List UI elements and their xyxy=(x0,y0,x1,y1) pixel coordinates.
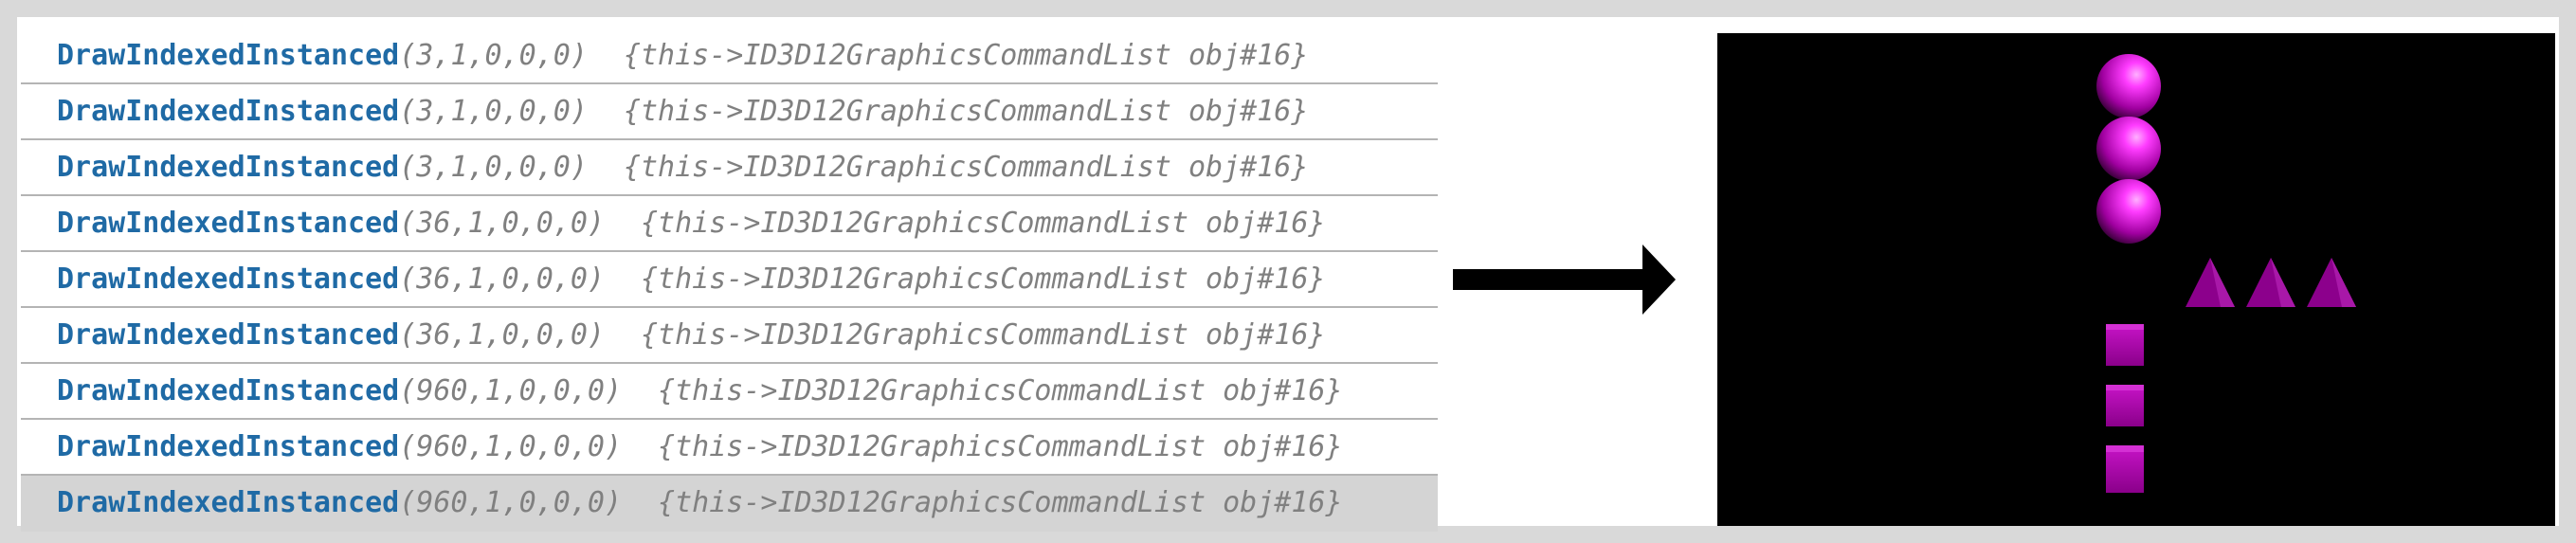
api-call-row[interactable]: DrawIndexedInstanced(36,1,0,0,0) {this->I… xyxy=(21,308,1438,364)
function-name: DrawIndexedInstanced xyxy=(57,151,400,184)
call-context: {this->ID3D12GraphicsCommandList obj#16} xyxy=(623,151,1309,184)
function-args: (36,1,0,0,0) xyxy=(399,262,605,296)
cube-top xyxy=(2106,445,2144,452)
cube xyxy=(2106,324,2144,366)
api-call-row[interactable]: DrawIndexedInstanced(3,1,0,0,0) {this->ID… xyxy=(21,28,1438,84)
api-call-row[interactable]: DrawIndexedInstanced(36,1,0,0,0) {this->I… xyxy=(21,252,1438,308)
render-preview-canvas xyxy=(2096,54,2356,493)
function-name: DrawIndexedInstanced xyxy=(57,39,400,72)
function-name: DrawIndexedInstanced xyxy=(57,318,400,352)
api-call-row[interactable]: DrawIndexedInstanced(3,1,0,0,0) {this->ID… xyxy=(21,84,1438,140)
call-context: {this->ID3D12GraphicsCommandList obj#16} xyxy=(658,374,1343,407)
api-call-row[interactable]: DrawIndexedInstanced(36,1,0,0,0) {this->I… xyxy=(21,196,1438,252)
function-args: (960,1,0,0,0) xyxy=(399,486,623,519)
call-context: {this->ID3D12GraphicsCommandList obj#16} xyxy=(640,207,1326,240)
function-name: DrawIndexedInstanced xyxy=(57,95,400,128)
call-context: {this->ID3D12GraphicsCommandList obj#16} xyxy=(623,95,1309,128)
function-args: (3,1,0,0,0) xyxy=(399,95,588,128)
cube-top xyxy=(2106,385,2144,390)
call-context: {this->ID3D12GraphicsCommandList obj#16} xyxy=(623,39,1309,72)
function-args: (960,1,0,0,0) xyxy=(399,430,623,463)
api-call-row[interactable]: DrawIndexedInstanced(960,1,0,0,0) {this->… xyxy=(21,364,1438,420)
function-args: (3,1,0,0,0) xyxy=(399,39,588,72)
function-name: DrawIndexedInstanced xyxy=(57,207,400,240)
function-args: (960,1,0,0,0) xyxy=(399,374,623,407)
screenshot-frame: DrawIndexedInstanced(3,1,0,0,0) {this->ID… xyxy=(17,17,2559,532)
api-call-row[interactable]: DrawIndexedInstanced(3,1,0,0,0) {this->ID… xyxy=(21,140,1438,196)
function-name: DrawIndexedInstanced xyxy=(57,430,400,463)
right-arrow-icon xyxy=(1453,244,1676,315)
render-preview xyxy=(1717,33,2555,526)
cube-top xyxy=(2106,324,2144,330)
call-context: {this->ID3D12GraphicsCommandList obj#16} xyxy=(658,486,1343,519)
api-call-list: DrawIndexedInstanced(3,1,0,0,0) {this->ID… xyxy=(21,28,1438,532)
function-args: (36,1,0,0,0) xyxy=(399,207,605,240)
sphere xyxy=(2096,179,2161,244)
call-context: {this->ID3D12GraphicsCommandList obj#16} xyxy=(658,430,1343,463)
function-name: DrawIndexedInstanced xyxy=(57,374,400,407)
call-context: {this->ID3D12GraphicsCommandList obj#16} xyxy=(640,262,1326,296)
function-name: DrawIndexedInstanced xyxy=(57,486,400,519)
cube xyxy=(2106,385,2144,426)
function-name: DrawIndexedInstanced xyxy=(57,262,400,296)
call-context: {this->ID3D12GraphicsCommandList obj#16} xyxy=(640,318,1326,352)
api-call-row[interactable]: DrawIndexedInstanced(960,1,0,0,0) {this->… xyxy=(21,420,1438,476)
function-args: (36,1,0,0,0) xyxy=(399,318,605,352)
sphere xyxy=(2096,54,2161,118)
api-call-row-selected[interactable]: DrawIndexedInstanced(960,1,0,0,0) {this->… xyxy=(21,476,1438,532)
function-args: (3,1,0,0,0) xyxy=(399,151,588,184)
sphere xyxy=(2096,117,2161,181)
cube xyxy=(2106,445,2144,493)
